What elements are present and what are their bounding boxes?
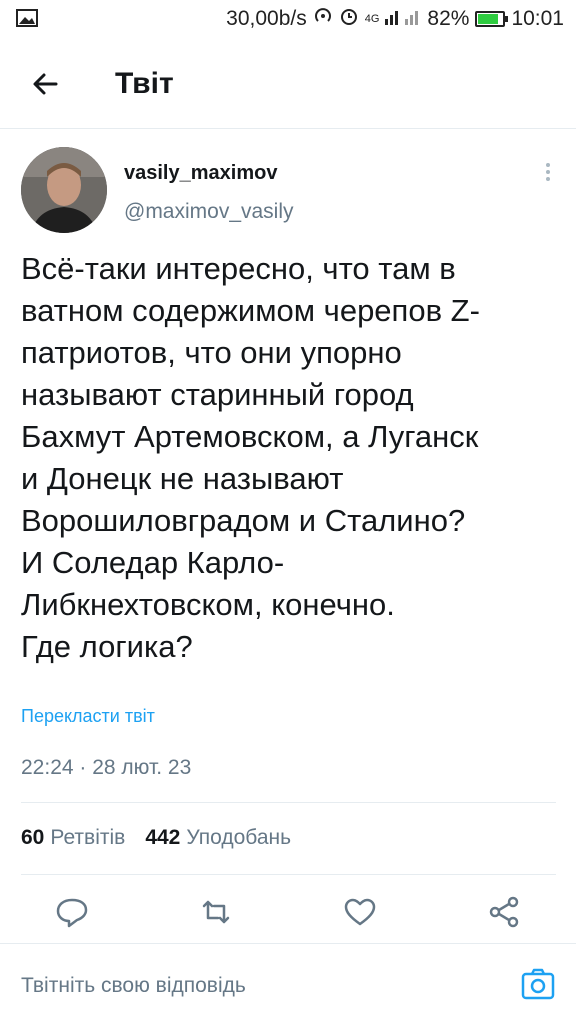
- tweet-timestamp: 22:24 · 28 лют. 23: [21, 756, 192, 779]
- top-bar: Твіт: [0, 40, 576, 129]
- tweet-text-line: И Соледар Карло-: [21, 545, 285, 580]
- author-handle[interactable]: @maximov_vasily: [124, 200, 294, 224]
- tweet-text-line: патриотов, что они упорно: [21, 335, 402, 370]
- retweets-count: 60: [21, 826, 45, 849]
- back-arrow-icon[interactable]: [24, 62, 68, 106]
- battery-percent: 82%: [427, 7, 470, 30]
- more-options-icon[interactable]: [542, 160, 554, 188]
- tweet-text: Всё-таки интересно, что там в ватном сод…: [21, 248, 561, 668]
- page-title: Твіт: [115, 67, 174, 100]
- likes-label: Уподобань: [186, 826, 292, 849]
- avatar[interactable]: [21, 147, 107, 233]
- reply-bar: Твітніть свою відповідь: [0, 943, 576, 1025]
- tweet-text-line: ватном содержимом черепов Z-: [21, 293, 480, 328]
- gallery-notification-icon: [16, 9, 38, 33]
- share-icon[interactable]: [484, 892, 524, 932]
- network-type: 4G: [364, 13, 380, 25]
- tweet-text-line: Бахмут Артемовском, а Луганск: [21, 419, 479, 454]
- tweet-text-line: называют старинный город: [21, 377, 414, 412]
- signal-icon: [385, 7, 421, 31]
- likes-stat[interactable]: 442 Уподобань: [145, 826, 291, 850]
- hotspot-icon: [313, 6, 333, 32]
- clock: 10:01: [511, 7, 564, 30]
- translate-tweet-link[interactable]: Перекласти твіт: [21, 706, 155, 727]
- reply-icon[interactable]: [52, 892, 92, 932]
- retweets-stat[interactable]: 60 Ретвітів: [21, 826, 125, 850]
- network-speed: 30,00b/s: [226, 7, 307, 30]
- tweet-text-line: Где логика?: [21, 629, 193, 664]
- battery-icon: [475, 11, 509, 27]
- tweet-text-line: и Донецк не называют: [21, 461, 344, 496]
- retweets-label: Ретвітів: [50, 826, 126, 849]
- tweet-text-line: Всё-таки интересно, что там в: [21, 251, 456, 286]
- camera-icon[interactable]: [520, 966, 556, 1002]
- divider: [21, 802, 556, 803]
- status-bar: 30,00b/s 4G 82% 10:01: [0, 0, 576, 40]
- tweet-text-line: Либкнехтовском, конечно.: [21, 587, 395, 622]
- heart-icon[interactable]: [340, 892, 380, 932]
- likes-count: 442: [145, 826, 181, 849]
- divider: [21, 874, 556, 875]
- tweet-actions: [0, 892, 576, 932]
- tweet-text-line: Ворошиловградом и Сталино?: [21, 503, 466, 538]
- tweet-stats: 60 Ретвітів 442 Уподобань: [21, 826, 291, 850]
- reply-input[interactable]: Твітніть свою відповідь: [21, 974, 246, 998]
- retweet-icon[interactable]: [196, 892, 236, 932]
- alarm-icon: [339, 6, 359, 32]
- author-display-name[interactable]: vasily_maximov: [124, 162, 277, 185]
